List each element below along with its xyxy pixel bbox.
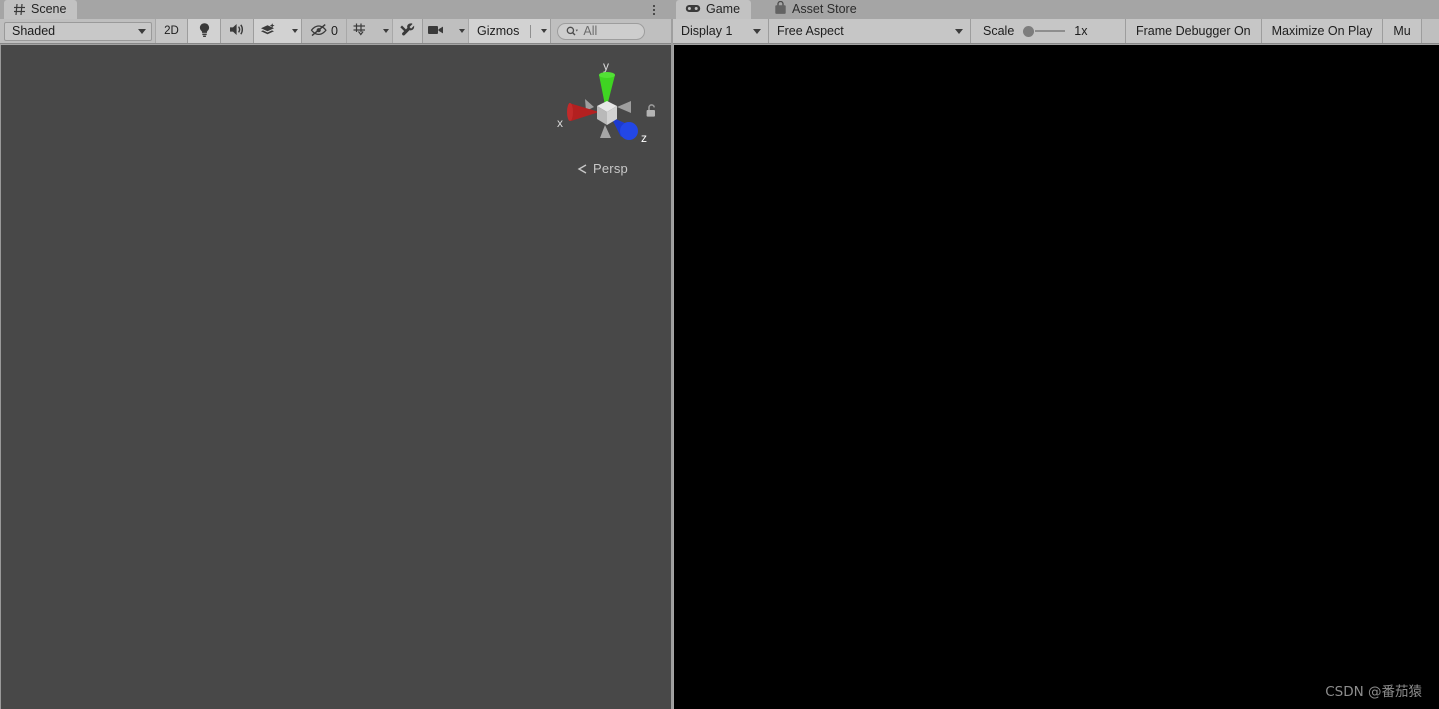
game-tabstrip: Game Asset Store (673, 0, 1439, 19)
watermark-text: CSDN @番茄猿 (1325, 684, 1422, 700)
scene-axis-gizmo[interactable]: y x z (549, 55, 659, 150)
game-frame-debugger-label: Frame Debugger On (1136, 24, 1251, 38)
game-scale-value: 1x (1074, 24, 1088, 38)
scene-search-input[interactable]: All (557, 22, 646, 40)
game-toolbar: Display 1 Free Aspect Scale 1x Frame Deb… (673, 19, 1439, 44)
layers-fx-icon (259, 22, 277, 41)
axis-label-z: z (641, 131, 647, 145)
chevron-down-icon (458, 29, 465, 33)
scene-grid-toggle[interactable] (347, 19, 373, 43)
search-icon (566, 26, 579, 37)
axis-label-x: x (557, 116, 563, 130)
tab-asset-store-label: Asset Store (792, 2, 857, 17)
chevron-down-icon (382, 29, 389, 33)
game-viewport[interactable]: CSDN @番茄猿 (674, 45, 1439, 709)
scene-projection-label[interactable]: Persp (577, 161, 628, 176)
game-scale-control[interactable]: Scale 1x (971, 19, 1126, 43)
chevron-down-icon (753, 28, 761, 34)
scene-drawmode-label: Shaded (12, 24, 56, 38)
tab-scene-label: Scene (31, 2, 67, 17)
scene-tools-button[interactable] (393, 19, 423, 43)
scene-drawmode-dropdown[interactable]: Shaded (4, 21, 152, 41)
scene-fx-toggle[interactable] (254, 19, 282, 43)
separator (530, 24, 532, 38)
eye-off-icon (310, 23, 328, 40)
tab-game-label: Game (706, 2, 741, 17)
scene-drawmode-container: Shaded (0, 19, 156, 43)
game-display-label: Display 1 (681, 24, 733, 38)
scene-camera-dropdown[interactable] (449, 19, 469, 43)
tab-scene[interactable]: Scene (4, 0, 78, 19)
scene-viewport[interactable]: y x z Persp (0, 45, 671, 709)
scene-panel-menu-button[interactable] (648, 0, 660, 19)
scene-gizmos-label: Gizmos (477, 24, 520, 38)
scene-2d-label: 2D (164, 25, 179, 37)
gamepad-icon (685, 3, 701, 17)
axis-label-y: y (603, 59, 609, 73)
chevron-down-icon (541, 29, 548, 33)
wrench-tools-icon (399, 22, 416, 41)
scene-lighting-toggle[interactable] (188, 19, 221, 43)
tab-asset-store[interactable]: Asset Store (765, 0, 868, 19)
tab-game[interactable]: Game (676, 0, 752, 19)
scene-hidden-objects-toggle[interactable]: 0 (302, 19, 347, 43)
grid-snap-icon (352, 22, 369, 41)
scene-projection-text: Persp (593, 161, 628, 176)
slider-knob[interactable] (1023, 25, 1035, 37)
game-maximize-on-play-toggle[interactable]: Maximize On Play (1261, 19, 1384, 43)
game-aspect-dropdown[interactable]: Free Aspect (769, 19, 971, 43)
camera-icon (427, 24, 445, 39)
scene-toolbar: Shaded 2D 0 Gizmos All (0, 19, 671, 44)
grid-icon (13, 3, 26, 16)
game-maximize-on-play-label: Maximize On Play (1271, 24, 1373, 38)
chevron-down-icon (955, 28, 963, 34)
left-chevron-icon (577, 163, 590, 175)
scene-hidden-objects-count: 0 (331, 24, 338, 38)
scene-search-container: All (551, 19, 652, 43)
game-scale-slider[interactable] (1023, 25, 1066, 37)
scene-search-placeholder: All (583, 24, 598, 38)
scene-tabstrip: Scene (0, 0, 671, 19)
unity-editor-window: Scene Shaded 2D 0 Gizmos All y x z Persp… (0, 0, 1439, 709)
scene-fx-dropdown[interactable] (282, 19, 302, 43)
scene-audio-toggle[interactable] (221, 19, 254, 43)
chevron-down-icon (138, 28, 146, 34)
game-mute-audio-label: Mu (1393, 24, 1411, 38)
game-display-dropdown[interactable]: Display 1 (673, 19, 769, 43)
lightbulb-icon (197, 22, 212, 41)
slider-track[interactable] (1035, 30, 1066, 32)
game-scale-label: Scale (983, 24, 1015, 38)
scene-2d-toggle[interactable]: 2D (156, 19, 188, 43)
scene-gizmos-button[interactable]: Gizmos (469, 19, 528, 43)
scene-gizmos-dropdown[interactable] (527, 19, 552, 43)
shopping-bag-icon (774, 0, 787, 18)
scene-grid-dropdown[interactable] (373, 19, 393, 43)
speaker-icon (228, 22, 246, 40)
game-frame-debugger-button[interactable]: Frame Debugger On (1126, 19, 1262, 43)
game-mute-audio-toggle[interactable]: Mu (1383, 19, 1422, 43)
game-aspect-label: Free Aspect (777, 24, 844, 38)
scene-camera-button[interactable] (423, 19, 449, 43)
chevron-down-icon (291, 29, 298, 33)
panel-divider[interactable] (671, 19, 673, 709)
